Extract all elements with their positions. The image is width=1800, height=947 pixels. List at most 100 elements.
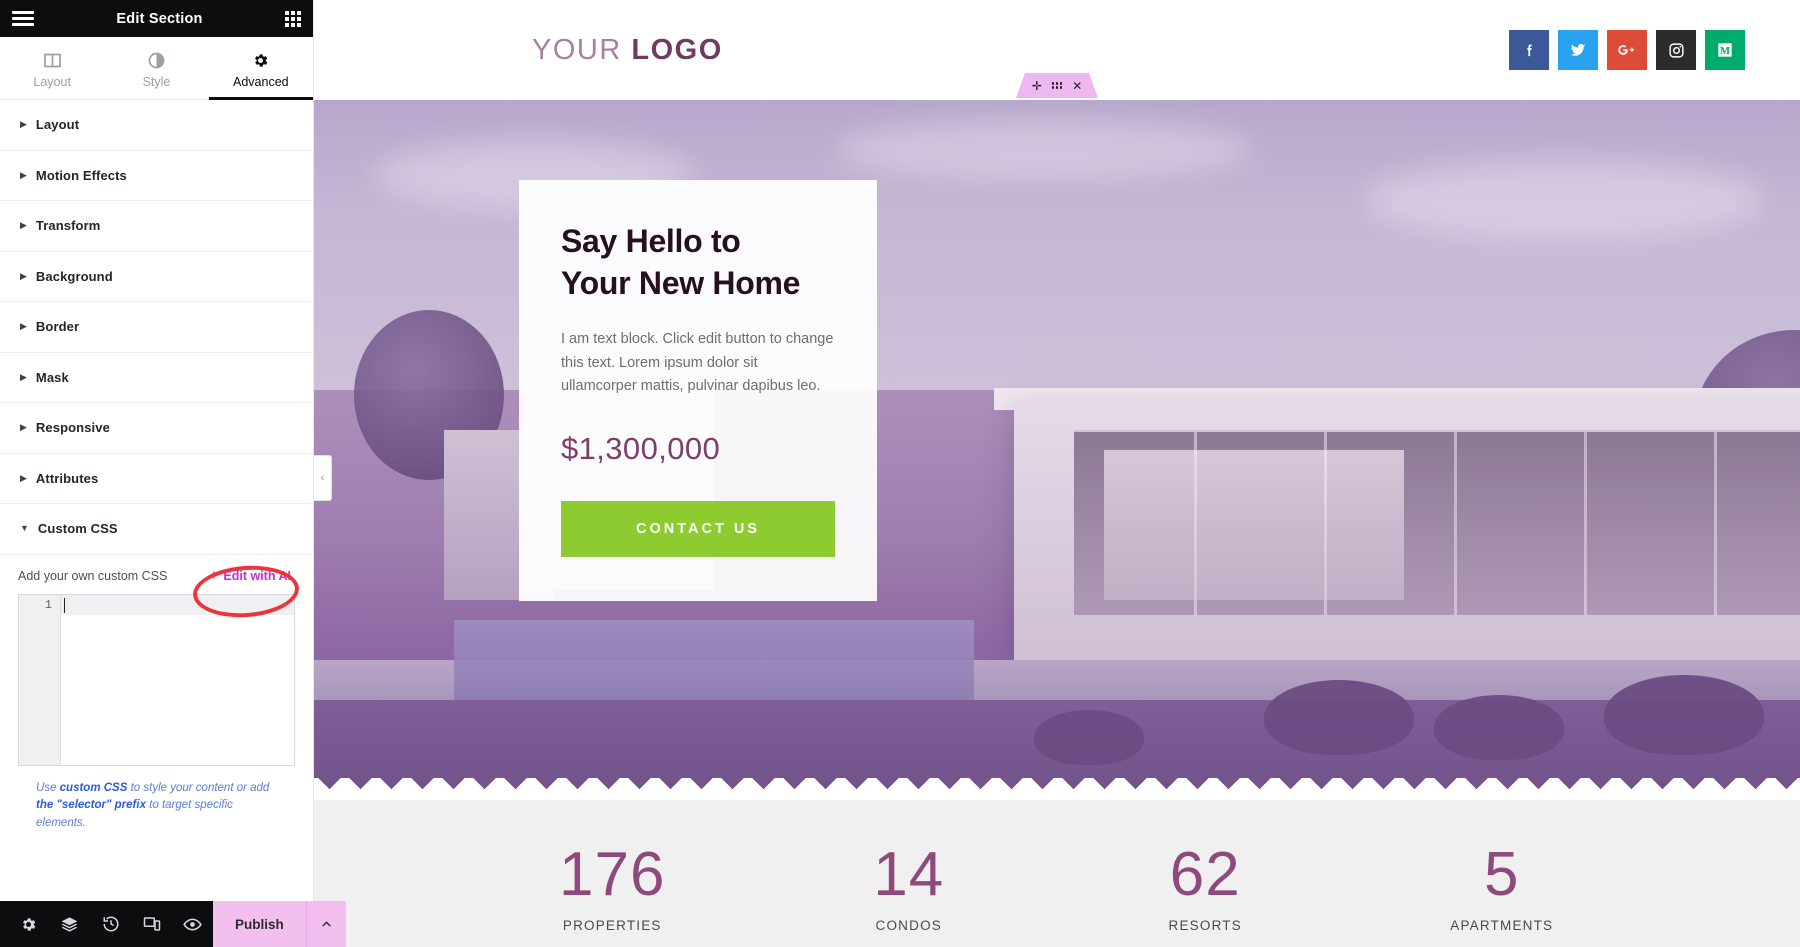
section-motion-effects[interactable]: ▶ Motion Effects xyxy=(0,150,313,201)
contact-us-button[interactable]: CONTACT US xyxy=(561,500,835,557)
custom-css-header-row: Add your own custom CSS ✦ Edit with AI xyxy=(18,569,295,583)
chevron-down-icon: ▼ xyxy=(20,523,29,534)
edit-with-ai-button[interactable]: ✦ Edit with AI xyxy=(209,569,295,583)
custom-css-note: Use custom CSS to style your content or … xyxy=(18,766,295,833)
editor-code-area[interactable] xyxy=(61,594,294,765)
grid-apps-icon[interactable] xyxy=(285,10,301,27)
chevron-right-icon: ▶ xyxy=(20,270,27,281)
stat-condos-number: 14 xyxy=(873,840,945,909)
panel-collapse-chevron-left-icon[interactable]: ‹ xyxy=(314,455,332,501)
section-background[interactable]: ▶ Background xyxy=(0,251,313,302)
chevron-right-icon: ▶ xyxy=(20,371,27,382)
section-transform-label: Transform xyxy=(35,218,101,234)
section-layout[interactable]: ▶ Layout xyxy=(0,100,313,151)
section-transform[interactable]: ▶ Transform xyxy=(0,201,313,252)
zigzag-divider xyxy=(314,778,1800,800)
section-background-label: Background xyxy=(35,268,113,284)
stat-resorts: 62 RESORTS xyxy=(1057,840,1354,934)
tab-style-label: Style xyxy=(142,74,171,89)
twitter-icon[interactable] xyxy=(1558,30,1598,70)
panel-title: Edit Section xyxy=(116,10,203,27)
section-border[interactable]: ▶ Border xyxy=(0,302,313,353)
tab-style[interactable]: Style xyxy=(104,37,208,99)
section-custom-css-label: Custom CSS xyxy=(37,521,118,537)
tab-layout-label: Layout xyxy=(33,74,71,89)
layers-navigator-icon[interactable] xyxy=(49,901,90,947)
medium-icon[interactable]: M xyxy=(1705,30,1745,70)
instagram-icon[interactable] xyxy=(1656,30,1696,70)
plus-icon[interactable]: ✛ xyxy=(1032,80,1042,92)
publish-options-chevron-up-icon[interactable] xyxy=(305,901,346,947)
hero-price: $1,300,000 xyxy=(561,430,721,466)
section-layout-label: Layout xyxy=(35,117,80,133)
hero-heading-line1: Say Hello to xyxy=(561,223,741,259)
stats-section: 176 PROPERTIES 14 CONDOS 62 RESORTS 5 AP… xyxy=(314,800,1800,947)
tab-advanced[interactable]: Advanced xyxy=(208,37,314,100)
stat-condos-label: CONDOS xyxy=(875,918,942,933)
stat-condos: 14 CONDOS xyxy=(761,840,1058,934)
panel-footer: Publish xyxy=(0,901,346,947)
tab-layout[interactable]: Layout xyxy=(0,37,104,99)
social-links: M xyxy=(1509,30,1745,70)
section-attributes-label: Attributes xyxy=(35,470,99,486)
note-bold-custom-css[interactable]: custom CSS xyxy=(60,782,128,794)
panel-tabs: Layout Style Advanced xyxy=(0,37,314,100)
chevron-right-icon: ▶ xyxy=(20,422,27,433)
elementor-editor: Edit Section Layout Style Advanced ▶ Lay… xyxy=(0,0,1800,947)
chevron-right-icon: ▶ xyxy=(20,119,27,130)
publish-button[interactable]: Publish xyxy=(213,901,306,947)
history-icon[interactable] xyxy=(90,901,131,947)
custom-css-body: Add your own custom CSS ✦ Edit with AI 1… xyxy=(0,555,313,833)
facebook-icon[interactable] xyxy=(1509,30,1549,70)
editor-active-line xyxy=(61,594,294,615)
editor-panel: Edit Section Layout Style Advanced ▶ Lay… xyxy=(0,0,346,947)
editor-line-numbers: 1 xyxy=(19,594,61,765)
section-responsive[interactable]: ▶ Responsive xyxy=(0,403,313,454)
sparkle-icon: ✦ xyxy=(209,570,219,582)
hero-body-text: I am text block. Click edit button to ch… xyxy=(561,331,834,395)
six-dots-drag-icon[interactable] xyxy=(1051,82,1063,89)
editor-text-cursor xyxy=(64,597,65,613)
hero-heading-line2: Your New Home xyxy=(561,265,801,302)
tab-advanced-label: Advanced xyxy=(233,74,289,89)
logo-bold-text: LOGO xyxy=(631,33,723,66)
section-motion-effects-label: Motion Effects xyxy=(35,167,127,183)
cloud-shape xyxy=(834,120,1254,180)
publish-group: Publish xyxy=(213,901,346,947)
section-controls-handle: ✛ ✕ xyxy=(1016,73,1098,98)
stat-resorts-number: 62 xyxy=(1169,840,1241,909)
bush-shape xyxy=(1034,710,1144,765)
stat-apartments: 5 APARTMENTS xyxy=(1354,844,1651,934)
stat-resorts-label: RESORTS xyxy=(1168,918,1242,933)
logo-thin-text: YOUR xyxy=(532,33,622,66)
section-attributes[interactable]: ▶ Attributes xyxy=(0,453,313,504)
svg-text:M: M xyxy=(1720,45,1730,57)
site-logo[interactable]: YOUR LOGO xyxy=(532,34,723,67)
section-responsive-label: Responsive xyxy=(35,420,110,436)
section-custom-css[interactable]: ▼ Custom CSS xyxy=(0,504,313,555)
section-mask[interactable]: ▶ Mask xyxy=(0,352,313,403)
bush-shape xyxy=(1264,680,1414,755)
settings-gear-icon[interactable] xyxy=(8,901,49,947)
note-prefix: Use xyxy=(36,781,60,794)
section-mask-label: Mask xyxy=(35,369,69,385)
layout-columns-icon xyxy=(43,52,61,69)
google-plus-icon[interactable] xyxy=(1607,30,1647,70)
bush-shape xyxy=(1604,675,1764,755)
chevron-right-icon: ▶ xyxy=(20,169,27,180)
hamburger-icon[interactable] xyxy=(12,11,34,26)
panel-sections: ▶ Layout ▶ Motion Effects ▶ Transform ▶ … xyxy=(0,100,313,901)
note-bold-selector-prefix[interactable]: the "selector" prefix xyxy=(36,799,146,811)
hero-section[interactable]: Say Hello to Your New Home I am text blo… xyxy=(314,100,1800,800)
close-x-icon[interactable]: ✕ xyxy=(1072,80,1082,92)
responsive-device-icon[interactable] xyxy=(131,901,172,947)
stat-properties-number: 176 xyxy=(559,840,666,909)
footer-tools xyxy=(0,901,213,947)
page-canvas: YOUR LOGO M ✛ ✕ Say Hello to Your New Ho… xyxy=(314,0,1800,947)
hero-card[interactable]: Say Hello to Your New Home I am text blo… xyxy=(519,180,877,601)
custom-css-editor[interactable]: 1 xyxy=(18,593,295,766)
stat-apartments-label: APARTMENTS xyxy=(1450,918,1554,933)
preview-eye-icon[interactable] xyxy=(172,901,213,947)
hero-heading: Say Hello to Your New Home xyxy=(561,220,835,304)
cloud-shape xyxy=(1364,160,1764,240)
